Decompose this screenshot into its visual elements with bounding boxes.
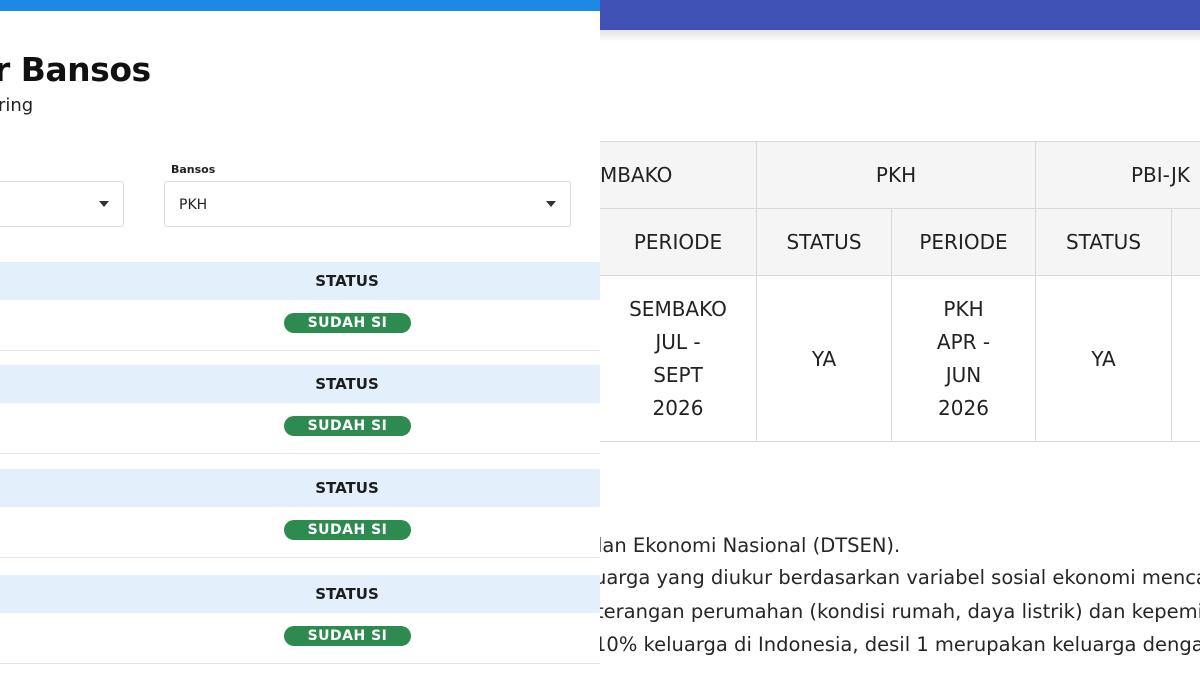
table-cell-pkh-periode: PKH APR - JUN 2026 xyxy=(892,276,1036,442)
paragraph-line: uarga yang diukur berdasarkan variabel s… xyxy=(600,566,1200,589)
chevron-down-icon xyxy=(546,201,556,207)
status-header-label: STATUS xyxy=(315,375,379,393)
paragraph-line: terangan perumahan (kondisi rumah, daya … xyxy=(600,600,1200,623)
row-divider xyxy=(0,350,600,351)
table-header-cut xyxy=(1172,209,1200,276)
page-title: r Bansos xyxy=(0,50,151,89)
status-badge: SUDAH SI xyxy=(284,520,411,540)
chevron-down-icon xyxy=(99,201,109,207)
bansos-select-label: Bansos xyxy=(171,163,216,176)
status-badge: SUDAH SI xyxy=(284,416,411,436)
left-panel: r Bansos ring Bansos PKH STATUS SUDAH SI… xyxy=(0,0,600,675)
table-cell-sembako-status: YA xyxy=(757,276,892,442)
table-cell-cut xyxy=(1172,276,1200,442)
paragraph-line: dan Ekonomi Nasional (DTSEN). xyxy=(600,534,901,557)
table-group-header-pkh: PKH xyxy=(757,142,1036,209)
table-group-header-sembako: MBAKO xyxy=(600,142,757,209)
bansos-select[interactable]: PKH xyxy=(164,181,571,227)
status-header-label: STATUS xyxy=(315,272,379,290)
status-row: STATUS SUDAH SI xyxy=(0,469,600,573)
status-row: STATUS SUDAH SI xyxy=(0,262,600,366)
app-bar-shadow xyxy=(600,30,1200,42)
bansos-select-value: PKH xyxy=(179,197,208,213)
row-divider xyxy=(0,453,600,454)
status-badge: SUDAH SI xyxy=(284,626,411,646)
right-panel: MBAKO PKH PBI-JK PERIODE STATUS PERIODE … xyxy=(600,0,1200,675)
status-header-label: STATUS xyxy=(315,479,379,497)
row-divider xyxy=(0,557,600,558)
status-row: STATUS SUDAH SI xyxy=(0,575,600,675)
table-header-status: STATUS xyxy=(1036,209,1172,276)
status-badge: SUDAH SI xyxy=(284,313,411,333)
table-group-header-pbi: PBI-JK xyxy=(1036,142,1200,209)
table-header-periode: PERIODE xyxy=(600,209,757,276)
status-row: STATUS SUDAH SI xyxy=(0,365,600,469)
table-cell-pkh-status: YA xyxy=(1036,276,1172,442)
status-header-label: STATUS xyxy=(315,585,379,603)
bansos-table: MBAKO PKH PBI-JK PERIODE STATUS PERIODE … xyxy=(600,141,1200,442)
paragraph-line: 10% keluarga di Indonesia, desil 1 merup… xyxy=(600,633,1200,656)
filter-select-1[interactable] xyxy=(0,181,124,227)
page-subtitle: ring xyxy=(0,95,34,116)
table-header-periode: PERIODE xyxy=(892,209,1036,276)
table-cell-sembako-periode: SEMBAKO JUL - SEPT 2026 xyxy=(600,276,757,442)
table-header-status: STATUS xyxy=(757,209,892,276)
left-app-bar xyxy=(0,0,600,11)
right-app-bar xyxy=(600,0,1200,30)
row-divider xyxy=(0,663,600,664)
